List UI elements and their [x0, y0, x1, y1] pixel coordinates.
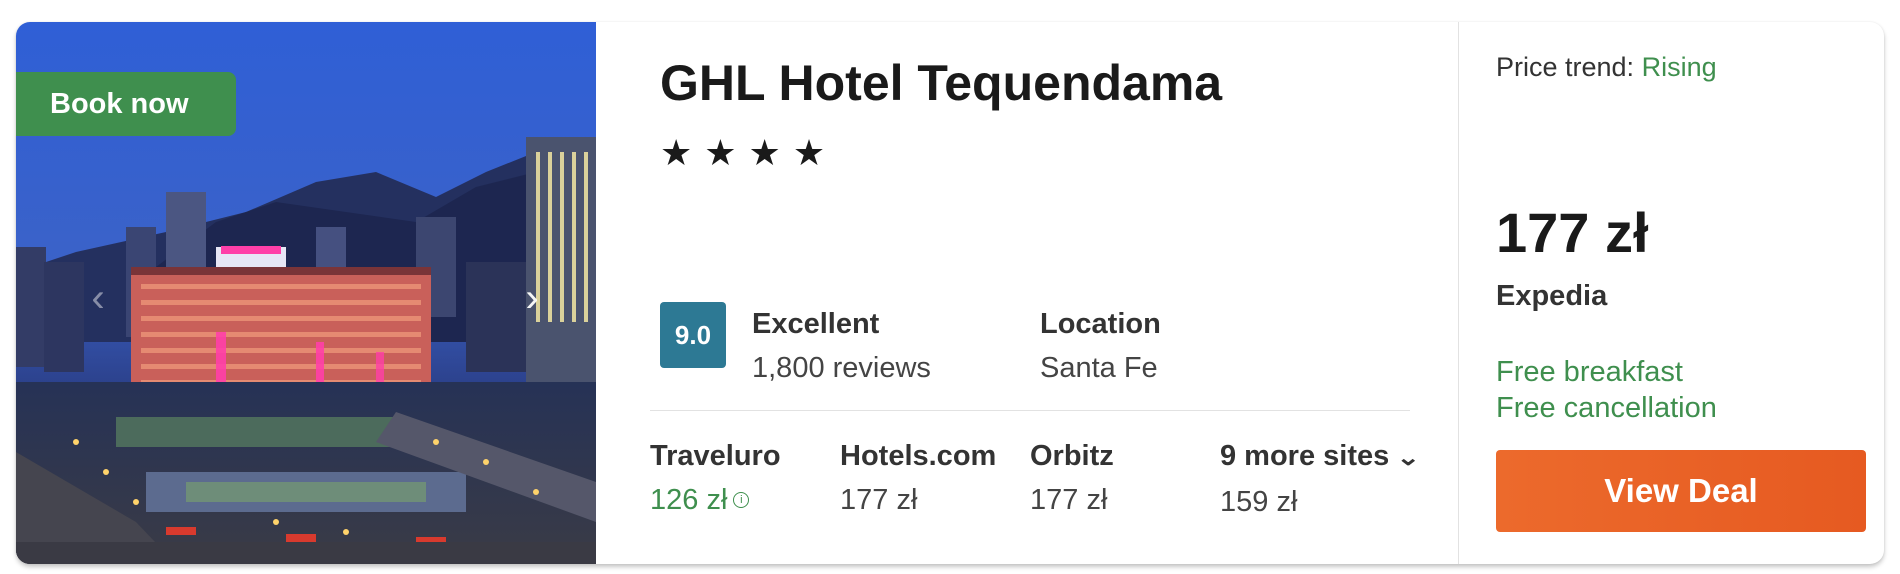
- star-rating: ★★★★: [660, 132, 838, 173]
- chevron-down-icon: ⌄: [1396, 445, 1421, 470]
- hotel-name[interactable]: GHL Hotel Tequendama: [660, 54, 1222, 112]
- provider-traveluro[interactable]: Traveluro 126 zł i: [650, 434, 781, 522]
- provider-price: 177 zł: [840, 484, 918, 516]
- review-count: 1,800 reviews: [752, 352, 931, 384]
- price-trend: Price trend: Rising: [1496, 52, 1717, 83]
- rating-score-badge: 9.0: [660, 302, 726, 368]
- provider-orbitz[interactable]: Orbitz 177 zł: [1030, 434, 1114, 522]
- deal-price: 177 zł: [1496, 201, 1649, 264]
- perk-free-cancellation: Free cancellation: [1496, 392, 1717, 424]
- provider-price: 126 zł i: [650, 478, 781, 522]
- location-value: Santa Fe: [1040, 352, 1158, 384]
- more-sites-dropdown[interactable]: 9 more sites ⌄ 159 zł: [1220, 434, 1421, 524]
- book-now-badge[interactable]: Book now: [16, 72, 236, 136]
- perk-free-breakfast: Free breakfast: [1496, 356, 1683, 388]
- location-summary: Location Santa Fe: [1040, 302, 1161, 390]
- price-trend-value: Rising: [1641, 52, 1717, 82]
- divider: [1458, 22, 1459, 564]
- provider-hotels-com[interactable]: Hotels.com 177 zł: [840, 434, 996, 522]
- rating-summary[interactable]: Excellent 1,800 reviews: [752, 302, 931, 390]
- provider-name: Hotels.com: [840, 440, 997, 472]
- provider-name: Orbitz: [1030, 440, 1114, 472]
- location-label: Location: [1040, 308, 1161, 340]
- info-icon[interactable]: i: [733, 492, 750, 508]
- chevron-left-icon[interactable]: ‹: [78, 270, 118, 326]
- hotel-card: Book now ‹ › GHL Hotel Tequendama ★★★★ 9…: [16, 22, 1884, 564]
- deal-provider: Expedia: [1496, 280, 1608, 312]
- provider-price: 159 zł: [1220, 486, 1298, 518]
- provider-price: 177 zł: [1030, 484, 1108, 516]
- chevron-right-icon[interactable]: ›: [512, 270, 552, 326]
- price-trend-label: Price trend:: [1496, 52, 1635, 82]
- provider-name: 9 more sites ⌄: [1220, 434, 1421, 480]
- divider: [650, 410, 1410, 411]
- hotel-photo[interactable]: Book now ‹ ›: [16, 22, 596, 564]
- rating-label: Excellent: [752, 308, 880, 340]
- view-deal-button[interactable]: View Deal: [1496, 450, 1866, 532]
- provider-name: Traveluro: [650, 440, 781, 472]
